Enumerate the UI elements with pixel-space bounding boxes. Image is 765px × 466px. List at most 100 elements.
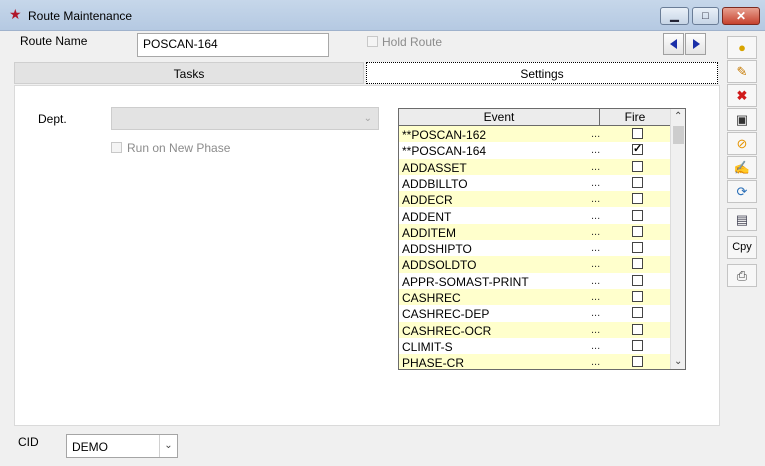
event-name: ADDENT (402, 209, 452, 224)
cancel-button[interactable]: ⊘ (727, 132, 757, 155)
tab-tasks[interactable]: Tasks (14, 62, 364, 84)
event-row[interactable]: CASHREC-OCR... (399, 321, 670, 338)
event-lookup-button[interactable]: ... (591, 258, 600, 270)
event-row[interactable]: CASHREC-DEP... (399, 305, 670, 321)
scroll-thumb[interactable] (673, 126, 684, 144)
event-lookup-button[interactable]: ... (591, 128, 600, 140)
event-row[interactable]: **POSCAN-164... (399, 142, 670, 158)
window-title: Route Maintenance (28, 9, 133, 23)
notes-button[interactable]: ✍ (727, 156, 757, 179)
event-lookup-button[interactable]: ... (591, 356, 600, 368)
fire-checkbox[interactable] (632, 307, 643, 319)
maximize-button[interactable]: □ (692, 7, 719, 25)
refresh-icon: ⟳ (736, 184, 748, 199)
event-column-header[interactable]: Event (399, 109, 600, 126)
hold-route-checkbox[interactable] (367, 36, 378, 47)
event-name: **POSCAN-162 (402, 128, 487, 142)
event-name: PHASE-CR (402, 356, 465, 370)
cid-select[interactable]: DEMO ⌄ (66, 434, 178, 458)
print-button[interactable]: ⎙ (727, 264, 757, 287)
fire-checkbox[interactable] (632, 193, 643, 205)
new-record-button[interactable]: ● (727, 36, 757, 59)
fire-checkbox[interactable] (632, 209, 643, 221)
delete-button[interactable]: ✖ (727, 84, 757, 107)
event-lookup-button[interactable]: ... (591, 291, 600, 303)
event-lookup-button[interactable]: ... (591, 161, 600, 173)
event-lookup-button[interactable]: ... (591, 193, 600, 205)
copy-button[interactable]: Cpy (727, 236, 757, 259)
event-row[interactable]: **POSCAN-162... (399, 126, 670, 143)
event-row[interactable]: ADDSHIPTO... (399, 240, 670, 256)
route-name-label: Route Name (20, 34, 88, 48)
event-lookup-button[interactable]: ... (591, 144, 600, 156)
event-name: ADDSHIPTO (402, 242, 472, 257)
fire-checkbox[interactable] (632, 128, 643, 139)
event-row[interactable]: ADDASSET... (399, 158, 670, 175)
event-row[interactable]: ADDSOLDTO... (399, 256, 670, 273)
fire-checkbox[interactable] (632, 176, 643, 188)
minimize-button[interactable]: ▁ (660, 7, 689, 25)
event-lookup-button[interactable]: ... (591, 177, 600, 189)
maximize-icon: □ (702, 10, 709, 22)
event-lookup-button[interactable]: ... (591, 210, 600, 222)
event-row[interactable]: PHASE-CR... (399, 354, 670, 370)
dept-label: Dept. (38, 112, 67, 126)
next-record-button[interactable] (685, 33, 706, 55)
event-name: CASHREC-DEP (402, 307, 490, 322)
fire-column-header[interactable]: Fire (600, 109, 670, 126)
event-name: **POSCAN-164 (402, 144, 487, 159)
event-row[interactable]: ADDBILLTO... (399, 175, 670, 191)
minimize-icon: ▁ (670, 10, 679, 22)
event-name: ADDSOLDTO (402, 258, 477, 273)
edit-button[interactable]: ✎ (727, 60, 757, 83)
event-row[interactable]: APPR-SOMAST-PRINT... (399, 273, 670, 289)
save-button[interactable]: ▣ (727, 108, 757, 131)
fire-checkbox[interactable] (632, 142, 643, 156)
arrow-right-icon (693, 39, 700, 49)
fire-checkbox[interactable] (632, 160, 643, 172)
event-row[interactable]: ADDECR... (399, 191, 670, 208)
fire-checkbox[interactable] (632, 339, 643, 351)
hold-route-label: Hold Route (382, 35, 443, 49)
save-icon: ▣ (735, 112, 749, 127)
close-button[interactable]: ✕ (722, 7, 760, 25)
previous-record-button[interactable] (663, 33, 684, 55)
chevron-down-icon: ⌄ (363, 113, 372, 124)
title-bar: ★ Route Maintenance ▁ □ ✕ (0, 0, 765, 31)
print-preview-button[interactable]: ▤ (727, 208, 757, 231)
event-lookup-button[interactable]: ... (591, 324, 600, 336)
scroll-up-icon[interactable]: ⌃ (674, 111, 682, 122)
chevron-down-icon[interactable]: ⌄ (159, 435, 177, 457)
scroll-down-icon[interactable]: ⌄ (674, 356, 682, 367)
event-name: CASHREC-OCR (402, 323, 492, 338)
cid-label: CID (18, 435, 39, 449)
event-row[interactable]: ADDENT... (399, 208, 670, 224)
event-lookup-button[interactable]: ... (591, 242, 600, 254)
event-lookup-button[interactable]: ... (591, 226, 600, 238)
fire-checkbox[interactable] (632, 274, 643, 286)
event-name: ADDITEM (402, 225, 456, 240)
route-name-input[interactable]: POSCAN-164 (137, 33, 329, 57)
fire-checkbox[interactable] (632, 225, 643, 237)
event-lookup-button[interactable]: ... (591, 275, 600, 287)
fire-checkbox[interactable] (632, 242, 643, 254)
fire-checkbox[interactable] (632, 291, 643, 302)
refresh-button[interactable]: ⟳ (727, 180, 757, 203)
tab-settings[interactable]: Settings (366, 62, 718, 84)
print-preview-icon: ▤ (735, 212, 749, 227)
dept-select[interactable]: ⌄ (111, 107, 379, 130)
app-star-icon: ★ (9, 6, 22, 22)
fire-checkbox[interactable] (632, 356, 643, 368)
run-on-new-phase-checkbox[interactable] (111, 142, 122, 153)
notes-icon: ✍ (733, 160, 751, 175)
fire-checkbox[interactable] (632, 323, 643, 335)
event-row[interactable]: CASHREC... (399, 289, 670, 306)
event-lookup-button[interactable]: ... (591, 340, 600, 352)
event-row[interactable]: CLIMIT-S... (399, 338, 670, 354)
events-scrollbar[interactable]: ⌃ ⌄ (670, 109, 685, 369)
event-row[interactable]: ADDITEM... (399, 223, 670, 241)
fire-checkbox[interactable] (632, 258, 643, 270)
run-on-new-phase-label: Run on New Phase (127, 141, 231, 155)
arrow-left-icon (670, 39, 677, 49)
event-lookup-button[interactable]: ... (591, 307, 600, 319)
